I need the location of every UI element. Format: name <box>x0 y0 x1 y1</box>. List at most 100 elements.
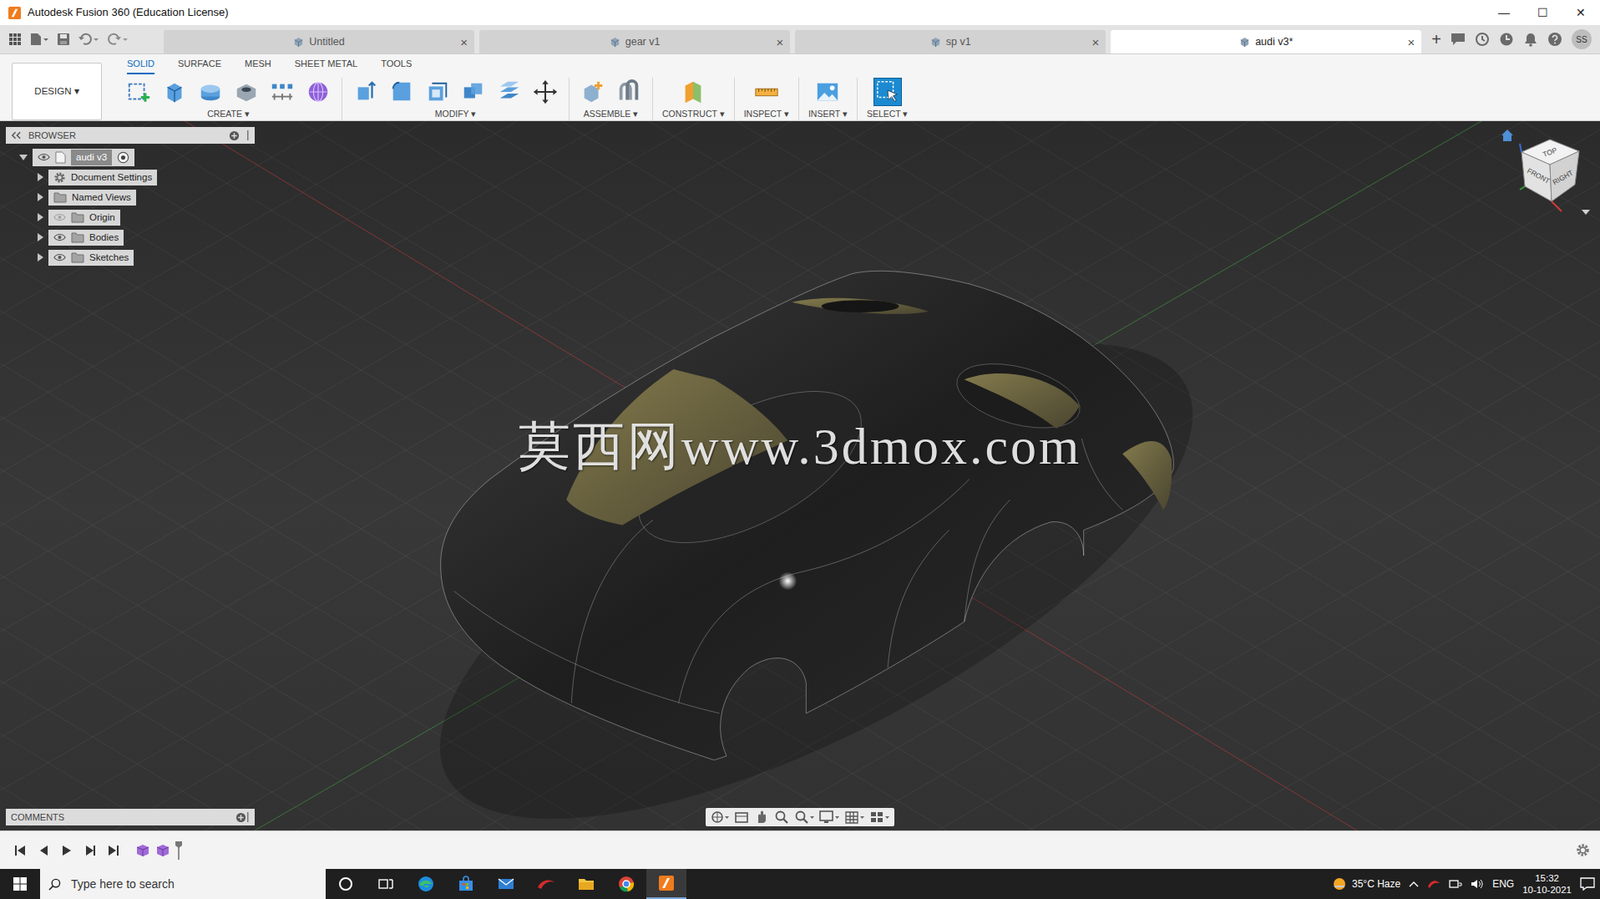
cortana-icon[interactable] <box>325 868 366 899</box>
document-tab[interactable]: Untitled× <box>163 30 475 54</box>
expand-toggle[interactable] <box>37 192 44 202</box>
root-label[interactable]: audi v3 <box>70 149 112 166</box>
select-icon[interactable] <box>873 77 902 107</box>
view-cube[interactable]: TOPFRONTRIGHT <box>1498 126 1592 220</box>
insert-image-icon[interactable] <box>813 77 842 107</box>
workspace-tab[interactable]: SURFACE <box>177 54 222 75</box>
start-icon[interactable] <box>0 868 41 899</box>
notification-center-icon[interactable] <box>1579 876 1595 891</box>
move-icon[interactable] <box>531 77 560 107</box>
app-grid-icon[interactable] <box>8 32 22 46</box>
root-node[interactable]: audi v3 <box>32 148 135 167</box>
save-icon[interactable] <box>56 32 71 46</box>
help-icon[interactable] <box>1547 31 1563 47</box>
hole-icon[interactable] <box>232 77 261 107</box>
browser-item[interactable]: Named Views <box>5 187 255 208</box>
eye-icon[interactable] <box>53 232 66 242</box>
timeline-marker-icon[interactable] <box>175 840 183 860</box>
job-status-icon[interactable] <box>1474 31 1490 47</box>
tool-group-label[interactable]: ASSEMBLE ▾ <box>583 107 639 122</box>
view-cube-top[interactable]: TOP <box>1541 146 1559 159</box>
workspace-dropdown[interactable]: DESIGN ▾ <box>11 62 102 121</box>
browser-item-label[interactable]: Document Settings <box>70 170 152 185</box>
search-input[interactable] <box>69 874 318 894</box>
activate-component-icon[interactable] <box>116 151 130 164</box>
close-tab-button[interactable]: × <box>1407 35 1416 49</box>
browser-item-label[interactable]: Origin <box>89 210 116 225</box>
close-tab-button[interactable]: × <box>1091 35 1099 49</box>
measure-icon[interactable] <box>752 77 781 107</box>
create-sketch-icon[interactable] <box>124 77 153 107</box>
expand-toggle[interactable] <box>19 154 28 161</box>
collapse-icon[interactable] <box>10 131 22 140</box>
browser-item-label[interactable]: Bodies <box>89 230 119 245</box>
pan-icon[interactable] <box>754 809 770 825</box>
press-pull-icon[interactable] <box>351 77 380 107</box>
browser-node[interactable]: Bodies <box>48 229 124 246</box>
browser-item-label[interactable]: Sketches <box>89 250 129 265</box>
step-back-icon[interactable] <box>35 843 52 857</box>
network-icon[interactable] <box>1448 877 1463 890</box>
pin-icon[interactable] <box>246 810 250 823</box>
viewports-icon[interactable] <box>869 809 890 825</box>
browser-item[interactable]: Bodies <box>5 227 255 248</box>
eye-icon[interactable] <box>37 152 51 162</box>
store-icon[interactable] <box>445 868 487 899</box>
extrude-icon[interactable] <box>160 77 189 107</box>
document-tab[interactable]: audi v3*× <box>1110 30 1422 54</box>
fillet-icon[interactable] <box>387 77 416 107</box>
tool-group-label[interactable]: SELECT ▾ <box>866 107 909 122</box>
file-explorer-icon[interactable] <box>566 868 607 899</box>
workspace-tab[interactable]: TOOLS <box>380 54 412 75</box>
browser-item[interactable]: Sketches <box>5 247 255 268</box>
expand-toggle[interactable] <box>37 232 44 242</box>
eye-icon[interactable] <box>53 253 66 262</box>
close-tab-button[interactable]: × <box>775 35 784 49</box>
tool-group-label[interactable]: CONSTRUCT ▾ <box>662 107 725 122</box>
zoom-window-icon[interactable] <box>794 809 815 825</box>
browser-node[interactable]: Named Views <box>48 189 137 206</box>
weather-widget[interactable]: 35°C Haze <box>1331 875 1401 892</box>
offset-plane-icon[interactable] <box>678 77 708 107</box>
home-icon[interactable] <box>1501 129 1514 142</box>
close-tab-button[interactable]: × <box>460 35 468 49</box>
search-box[interactable] <box>40 868 326 899</box>
view-cube-right[interactable]: RIGHT <box>1551 168 1575 188</box>
zoom-icon[interactable] <box>774 809 790 825</box>
notifications-icon[interactable] <box>1523 31 1539 47</box>
clock[interactable]: 15:3210-10-2021 <box>1522 871 1572 897</box>
task-view-icon[interactable] <box>365 868 406 899</box>
volume-icon[interactable] <box>1470 877 1484 890</box>
browser-root-row[interactable]: audi v3 <box>5 146 255 168</box>
weather-text[interactable]: 35°C Haze <box>1351 875 1401 892</box>
model-canvas[interactable] <box>0 121 1600 831</box>
add-comment-icon[interactable] <box>235 811 247 823</box>
expand-toggle[interactable] <box>37 253 44 262</box>
document-tab[interactable]: gear v1× <box>479 30 790 54</box>
maximize-button[interactable]: ☐ <box>1523 0 1562 26</box>
workspace-tab[interactable]: SHEET METAL <box>294 54 358 75</box>
new-tab-button[interactable]: + <box>1431 30 1442 48</box>
car-model[interactable] <box>374 250 1258 831</box>
expand-toggle[interactable] <box>37 172 44 182</box>
data-panel-icon[interactable] <box>1450 32 1466 46</box>
tool-group-label[interactable]: CREATE ▾ <box>207 107 250 122</box>
browser-item[interactable]: Origin <box>5 207 255 228</box>
offset-faces-icon[interactable] <box>495 77 524 107</box>
undo-icon[interactable] <box>77 32 100 46</box>
user-avatar[interactable]: SS <box>1571 29 1592 50</box>
play-icon[interactable] <box>58 843 76 857</box>
minimize-button[interactable]: — <box>1484 0 1524 26</box>
browser-node[interactable]: Document Settings <box>48 169 157 186</box>
pattern-icon[interactable] <box>268 77 297 107</box>
orbit-icon[interactable] <box>710 809 730 825</box>
go-to-end-icon[interactable] <box>105 843 122 857</box>
tool-group-label[interactable]: MODIFY ▾ <box>435 107 477 122</box>
viewport[interactable]: BROWSERaudi v3Document SettingsNamed Vie… <box>0 121 1600 831</box>
eye-icon[interactable] <box>53 212 66 222</box>
browser-item-label[interactable]: Named Views <box>71 190 132 205</box>
fusion-360-icon[interactable] <box>646 868 687 899</box>
feature-icon[interactable] <box>135 842 151 858</box>
app-icon[interactable] <box>526 868 567 899</box>
browser-node[interactable]: Origin <box>48 209 121 226</box>
